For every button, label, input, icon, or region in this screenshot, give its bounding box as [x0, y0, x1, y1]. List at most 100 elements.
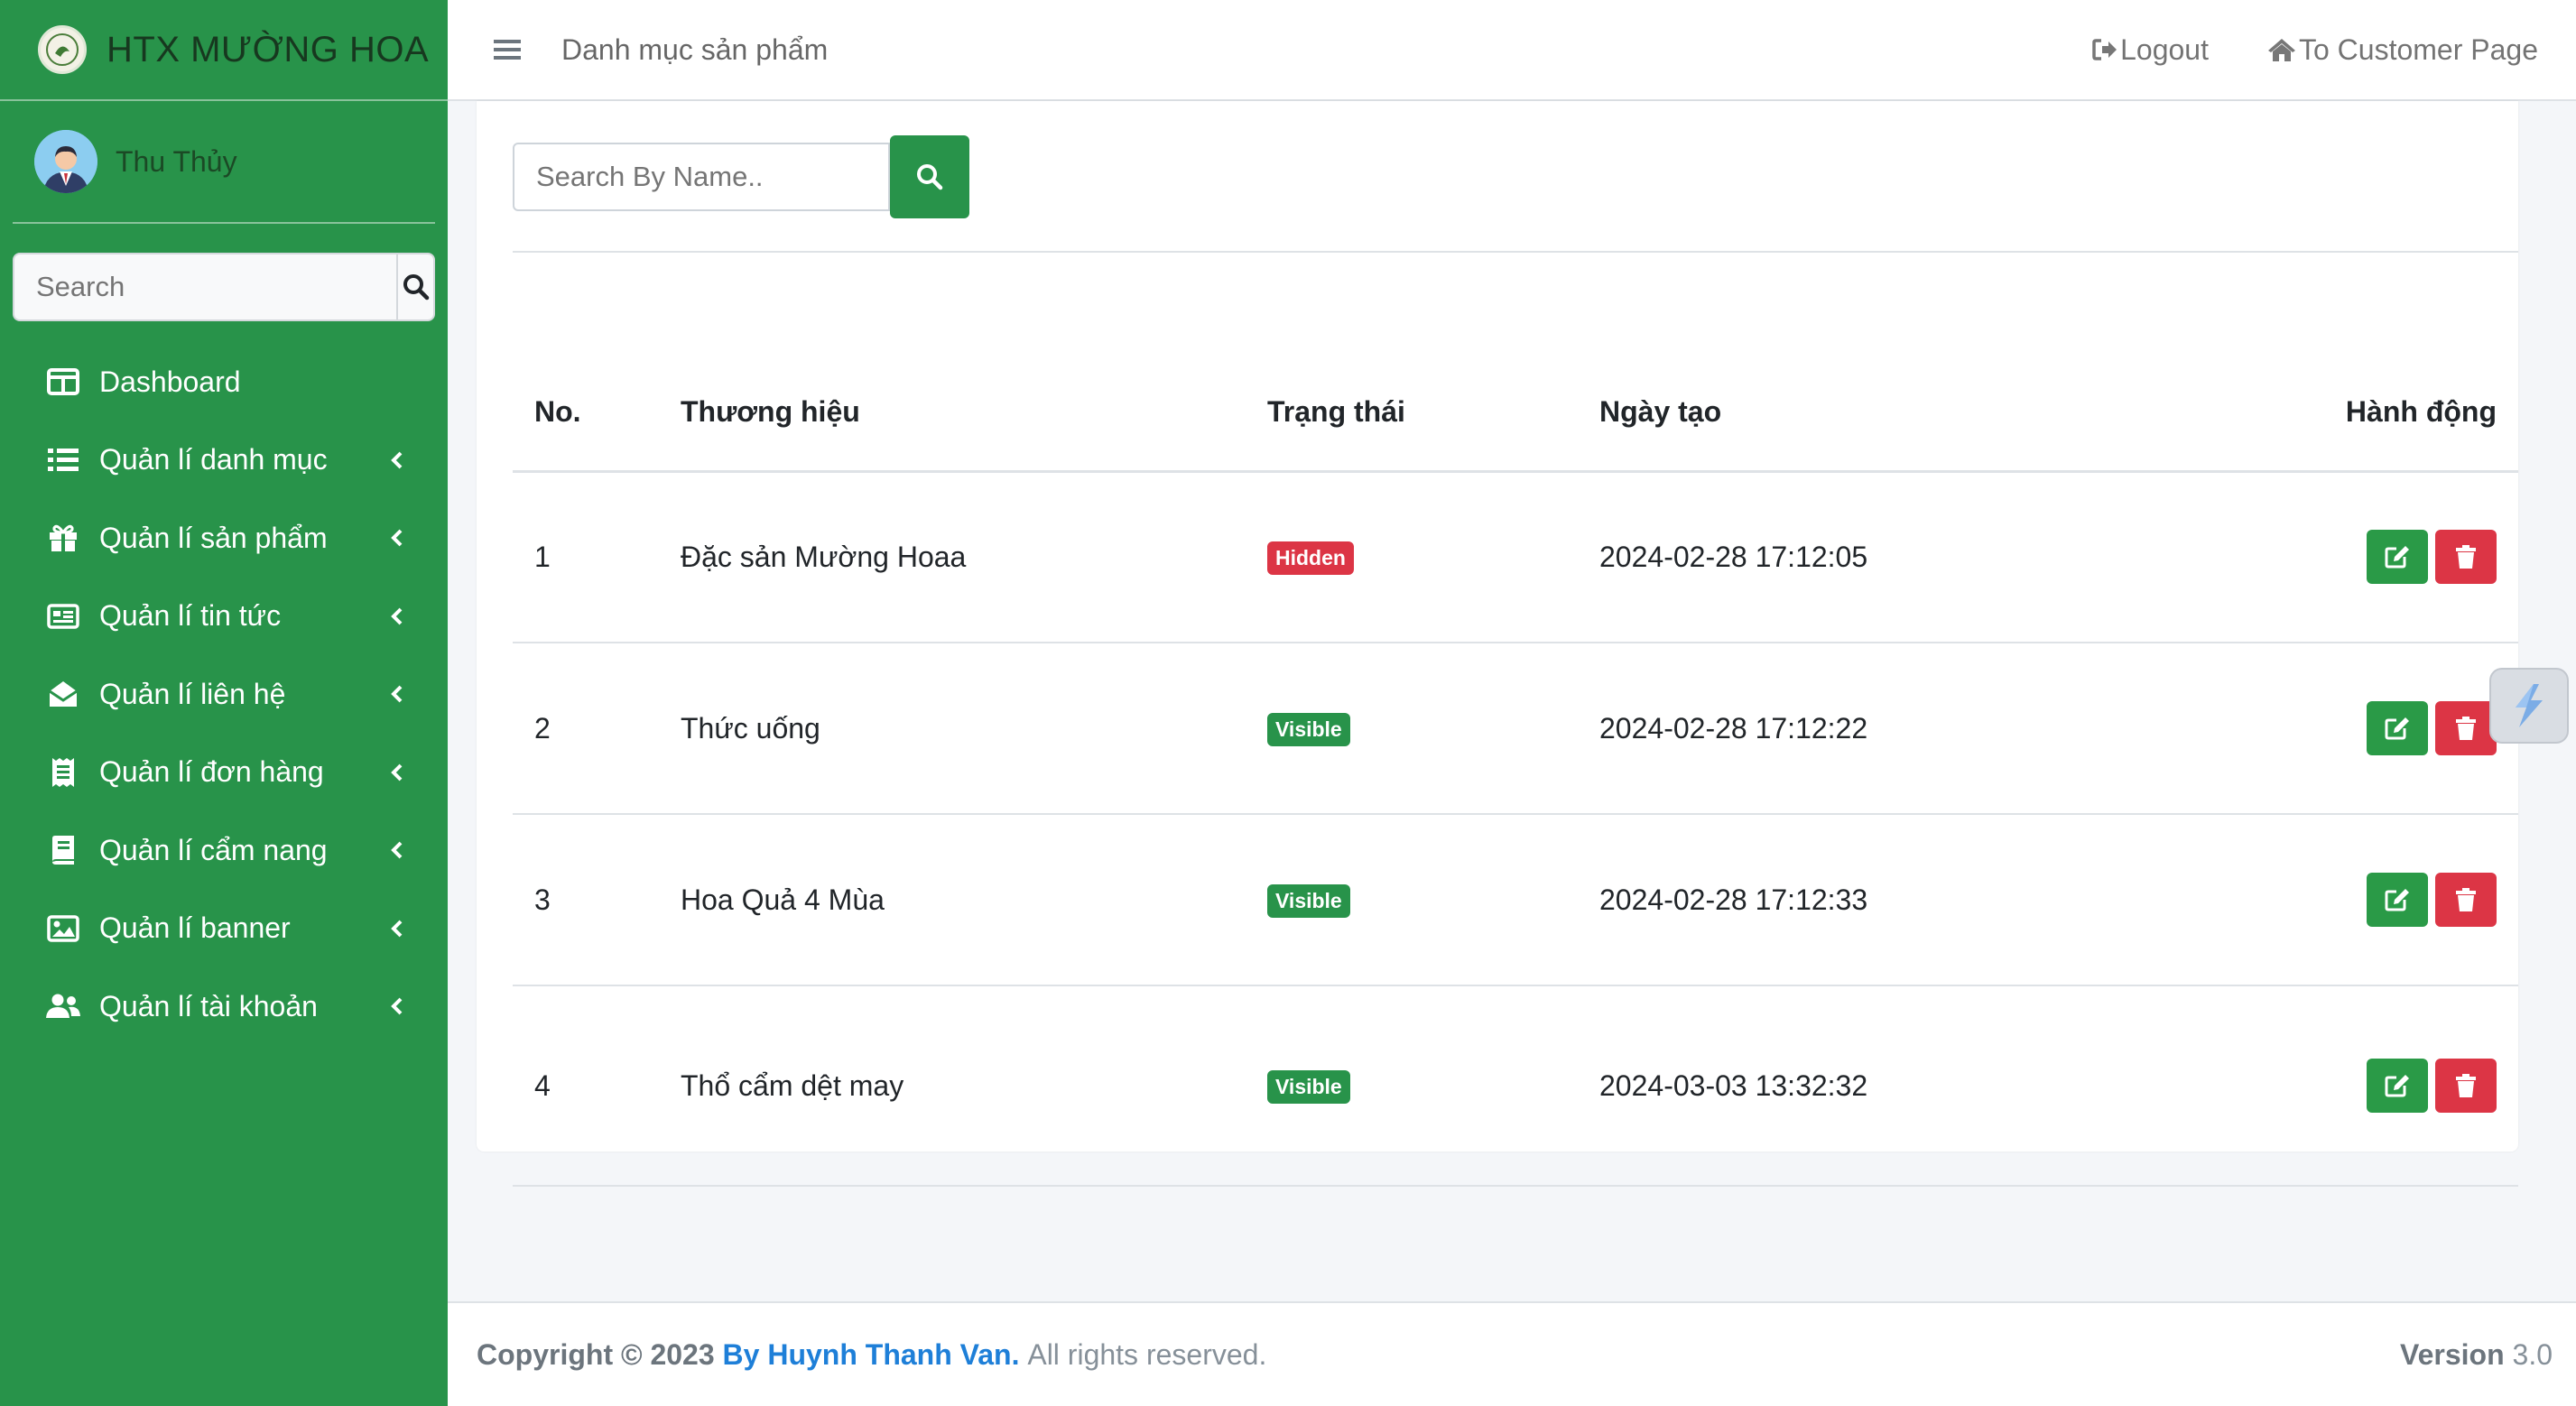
- delete-button[interactable]: [2435, 530, 2497, 585]
- chevron-left-icon: [386, 995, 408, 1017]
- cell-created: 2024-02-28 17:12:33: [1599, 814, 2177, 986]
- chevron-left-icon: [386, 918, 408, 939]
- cell-created: 2024-02-28 17:12:05: [1599, 471, 2177, 643]
- logout-link[interactable]: Logout: [2091, 33, 2209, 67]
- cell-name: Hoa Quả 4 Mùa: [681, 814, 1267, 986]
- customer-page-link[interactable]: To Customer Page: [2266, 33, 2538, 67]
- sidebar-item-label: Quản lí tài khoản: [99, 989, 318, 1022]
- logout-label: Logout: [2120, 32, 2209, 66]
- chevron-left-icon: [386, 683, 408, 705]
- sidebar-item-label: Quản lí sản phẩm: [99, 521, 328, 554]
- users-icon: [45, 988, 81, 1024]
- edit-button[interactable]: [2367, 1059, 2428, 1113]
- search-button[interactable]: [890, 135, 969, 218]
- sidebar-search-input[interactable]: [13, 253, 396, 321]
- copyright-text: Copyright © 2023: [477, 1337, 715, 1371]
- header-no[interactable]: No.: [513, 354, 681, 473]
- top-right-links: Logout To Customer Page: [2034, 33, 2538, 67]
- category-table: No. Thương hiệu Trạng thái Ngày tạo Hành…: [513, 354, 2518, 1187]
- search-by-name-input[interactable]: [513, 143, 890, 211]
- sidebar-item-label: Dashboard: [99, 365, 241, 398]
- floating-assistant-button[interactable]: [2489, 668, 2569, 744]
- table-row: 3 Hoa Quả 4 Mùa Visible 2024-02-28 17:12…: [513, 814, 2518, 986]
- edit-button[interactable]: [2367, 701, 2428, 755]
- home-icon: [2267, 39, 2295, 61]
- book-icon: [45, 832, 81, 868]
- cell-created: 2024-03-03 13:32:32: [1599, 985, 2177, 1187]
- sidebar-item-banner[interactable]: Quản lí banner: [0, 890, 448, 968]
- edit-button[interactable]: [2367, 873, 2428, 927]
- columns-icon: [45, 364, 81, 400]
- delete-button[interactable]: [2435, 1059, 2497, 1113]
- edit-icon: [2385, 717, 2409, 740]
- table-row: 2 Thức uống Visible 2024-02-28 17:12:22: [513, 643, 2518, 815]
- trash-icon: [2456, 545, 2476, 569]
- chevron-left-icon: [386, 762, 408, 783]
- chevron-left-icon: [386, 839, 408, 861]
- status-badge: Visible: [1267, 1070, 1350, 1104]
- header-status[interactable]: Trạng thái: [1267, 354, 1599, 473]
- user-panel[interactable]: Thu Thủy: [13, 101, 435, 224]
- envelope-open-icon: [45, 676, 81, 712]
- brand-name: HTX MƯỜNG HOA: [107, 29, 430, 69]
- cell-no: 3: [513, 814, 681, 986]
- lightning-icon: [2516, 684, 2543, 727]
- content-search: [513, 135, 969, 218]
- sidebar-item-accounts[interactable]: Quản lí tài khoản: [0, 967, 448, 1046]
- cell-no: 1: [513, 471, 681, 643]
- table-row: 4 Thổ cẩm dệt may Visible 2024-03-03 13:…: [513, 985, 2518, 1187]
- trash-icon: [2456, 888, 2476, 911]
- cell-no: 4: [513, 985, 681, 1187]
- header-actions: Hành động: [2177, 354, 2518, 473]
- content-card: No. Thương hiệu Trạng thái Ngày tạo Hành…: [477, 101, 2518, 1187]
- brand-link[interactable]: HTX MƯỜNG HOA: [0, 0, 448, 101]
- sidebar-item-label: Quản lí banner: [99, 911, 291, 945]
- edit-button[interactable]: [2367, 530, 2428, 585]
- edit-icon: [2385, 1075, 2409, 1097]
- chevron-left-icon: [386, 606, 408, 627]
- table-row: 1 Đặc sản Mường Hoaa Hidden 2024-02-28 1…: [513, 471, 2518, 643]
- receipt-icon: [45, 754, 81, 791]
- sign-out-icon: [2092, 39, 2117, 60]
- delete-button[interactable]: [2435, 873, 2497, 927]
- sidebar-item-label: Quản lí danh mục: [99, 443, 328, 476]
- sidebar-item-products[interactable]: Quản lí sản phẩm: [0, 499, 448, 578]
- brand-logo-icon: [38, 25, 87, 74]
- version-label: Version: [2400, 1337, 2505, 1371]
- image-icon: [45, 911, 81, 947]
- search-icon: [917, 164, 943, 190]
- sidebar-item-label: Quản lí tin tức: [99, 599, 282, 633]
- header-created[interactable]: Ngày tạo: [1599, 354, 2177, 473]
- cell-no: 2: [513, 643, 681, 815]
- author-link[interactable]: By Huynh Thanh Van.: [723, 1338, 1020, 1372]
- hamburger-menu-button[interactable]: [489, 32, 525, 68]
- top-navbar: Danh mục sản phẩm Logout To Customer Pag…: [448, 0, 2576, 101]
- delete-button[interactable]: [2435, 701, 2497, 755]
- user-name: Thu Thủy: [116, 144, 237, 178]
- chevron-left-icon: [386, 527, 408, 549]
- sidebar-search-button[interactable]: [396, 253, 435, 321]
- header-brand[interactable]: Thương hiệu: [681, 354, 1267, 473]
- sidebar-item-categories[interactable]: Quản lí danh mục: [0, 421, 448, 500]
- status-badge: Visible: [1267, 884, 1350, 918]
- sidebar-search: [13, 253, 435, 321]
- gift-icon: [45, 520, 81, 556]
- edit-icon: [2385, 546, 2409, 569]
- divider: [513, 251, 2518, 253]
- sidebar-item-handbook[interactable]: Quản lí cẩm nang: [0, 811, 448, 890]
- edit-icon: [2385, 889, 2409, 911]
- sidebar-item-contacts[interactable]: Quản lí liên hệ: [0, 655, 448, 734]
- avatar: [34, 130, 97, 193]
- sidebar-item-news[interactable]: Quản lí tin tức: [0, 578, 448, 656]
- sidebar-item-orders[interactable]: Quản lí đơn hàng: [0, 734, 448, 812]
- cell-name: Đặc sản Mường Hoaa: [681, 471, 1267, 643]
- status-badge: Hidden: [1267, 541, 1354, 576]
- bars-icon: [494, 40, 521, 60]
- cell-name: Thức uống: [681, 643, 1267, 815]
- sidebar-item-dashboard[interactable]: Dashboard: [0, 343, 448, 421]
- chevron-left-icon: [386, 449, 408, 471]
- trash-icon: [2456, 717, 2476, 740]
- page-title[interactable]: Danh mục sản phẩm: [561, 33, 828, 67]
- list-icon: [45, 442, 81, 478]
- table-header-row: No. Thương hiệu Trạng thái Ngày tạo Hành…: [513, 354, 2518, 473]
